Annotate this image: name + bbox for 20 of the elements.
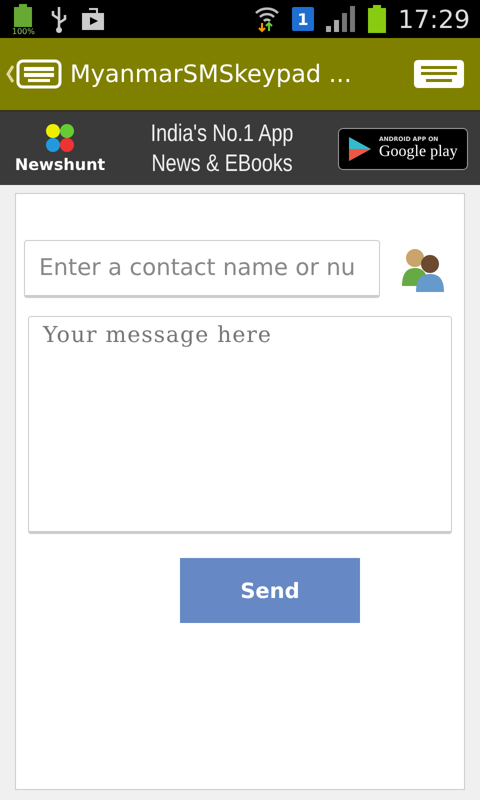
contact-field[interactable]: Enter a contact name or nu	[24, 240, 380, 298]
sim-badge: 1	[292, 7, 314, 31]
keyboard-icon[interactable]	[414, 60, 464, 88]
app-title: MyanmarSMSkeypad ...	[70, 60, 353, 88]
battery-percent: 100%	[12, 27, 35, 36]
wifi-icon	[254, 5, 280, 33]
message-field[interactable]: Your message here	[28, 316, 452, 534]
app-home-button[interactable]	[6, 59, 62, 89]
signal-icon	[326, 6, 356, 32]
back-chevron-icon	[6, 64, 14, 84]
send-button[interactable]: Send	[180, 558, 360, 623]
battery-icon	[368, 5, 386, 33]
keyboard-icon	[16, 59, 62, 89]
play-store-icon	[80, 7, 106, 31]
newshunt-logo-icon	[45, 123, 75, 153]
play-triangle-icon	[347, 134, 373, 162]
clock-time: 17:29	[398, 4, 470, 34]
usb-icon	[50, 5, 68, 33]
ad-headline: India's No.1 App News & EBooks	[150, 118, 294, 178]
ad-brand: Newshunt	[14, 155, 106, 174]
